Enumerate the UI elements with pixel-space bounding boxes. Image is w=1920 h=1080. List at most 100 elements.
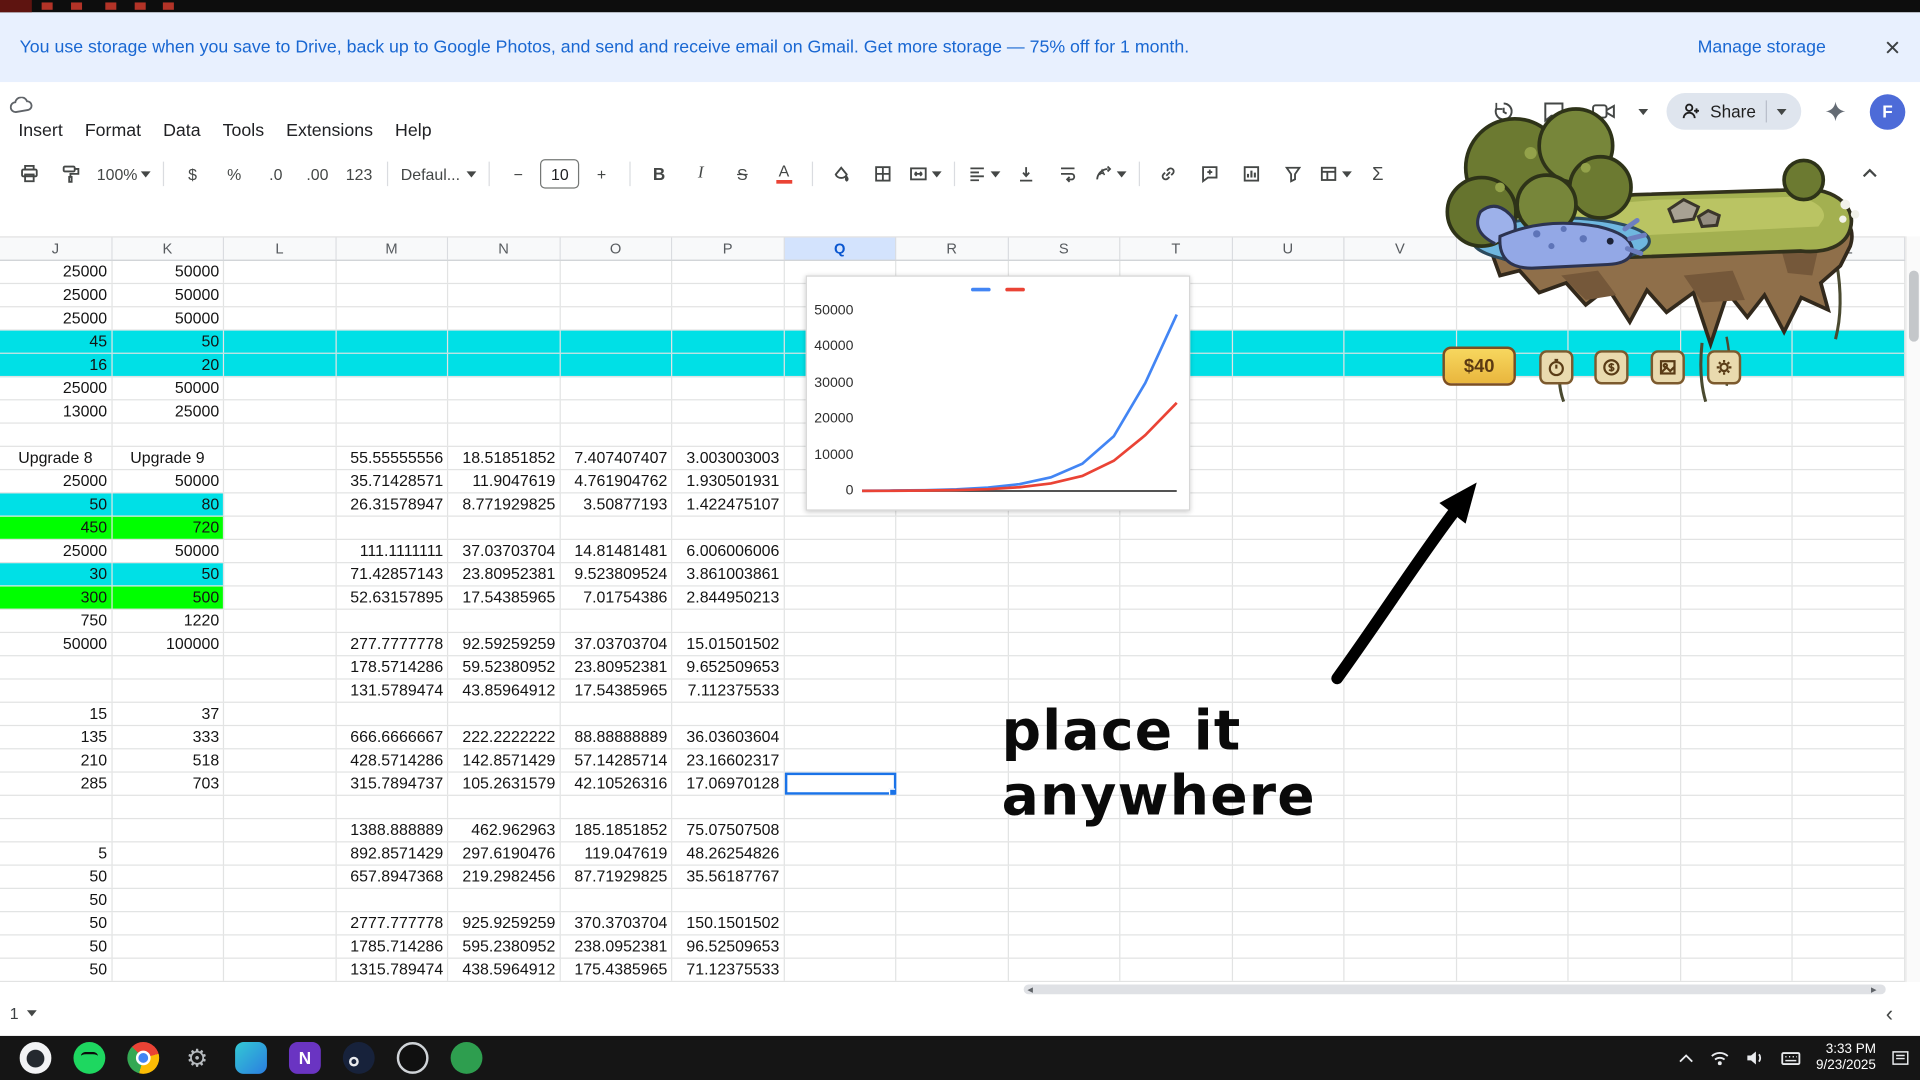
cell-y[interactable] — [1681, 912, 1793, 934]
font-select[interactable]: Defaul... — [397, 158, 480, 190]
cell-n[interactable]: 297.6190476 — [448, 842, 560, 864]
cell-u[interactable] — [1232, 354, 1344, 376]
cell-j[interactable]: 15 — [0, 703, 112, 725]
cell-l[interactable] — [224, 563, 336, 585]
cell-o[interactable]: 238.0952381 — [560, 936, 672, 958]
cell-v[interactable] — [1344, 424, 1456, 446]
cell-z[interactable] — [1793, 819, 1905, 841]
cell-t[interactable] — [1120, 656, 1232, 678]
cell-m[interactable] — [336, 610, 448, 632]
cell-j[interactable] — [0, 680, 112, 702]
cell-z[interactable] — [1793, 703, 1905, 725]
cell-n[interactable] — [448, 377, 560, 399]
cell-n[interactable]: 23.80952381 — [448, 563, 560, 585]
cell-z[interactable] — [1793, 447, 1905, 469]
cell-u[interactable] — [1232, 447, 1344, 469]
cell-r[interactable] — [896, 936, 1008, 958]
cell-x[interactable] — [1569, 819, 1681, 841]
cell-o[interactable] — [560, 354, 672, 376]
cell-n[interactable]: 59.52380952 — [448, 656, 560, 678]
cell-q[interactable] — [784, 517, 896, 539]
cell-n[interactable]: 92.59259259 — [448, 633, 560, 655]
cell-w[interactable] — [1457, 307, 1569, 329]
cell-t[interactable] — [1120, 912, 1232, 934]
cell-p[interactable] — [672, 261, 784, 283]
text-wrap-icon[interactable] — [1048, 158, 1087, 190]
cell-z[interactable] — [1793, 726, 1905, 748]
cell-z[interactable] — [1793, 517, 1905, 539]
cell-k[interactable] — [112, 912, 224, 934]
cell-x[interactable] — [1569, 563, 1681, 585]
share-button[interactable]: Share — [1666, 93, 1801, 130]
cell-r[interactable] — [896, 889, 1008, 911]
cell-z[interactable] — [1793, 773, 1905, 795]
cell-n[interactable] — [448, 354, 560, 376]
cell-r[interactable] — [896, 517, 1008, 539]
horizontal-align-icon[interactable] — [964, 158, 1004, 190]
cell-m[interactable]: 178.5714286 — [336, 656, 448, 678]
cell-j[interactable] — [0, 656, 112, 678]
cell-k[interactable]: 333 — [112, 726, 224, 748]
cell-t[interactable] — [1120, 889, 1232, 911]
cell-p[interactable]: 150.1501502 — [672, 912, 784, 934]
cell-v[interactable] — [1344, 307, 1456, 329]
cell-k[interactable]: Upgrade 9 — [112, 447, 224, 469]
cell-n[interactable] — [448, 400, 560, 422]
cell-s[interactable] — [1008, 912, 1120, 934]
cell-v[interactable] — [1344, 889, 1456, 911]
cell-r[interactable] — [896, 796, 1008, 818]
cell-z[interactable] — [1793, 563, 1905, 585]
cell-m[interactable]: 892.8571429 — [336, 842, 448, 864]
vertical-scrollbar[interactable] — [1905, 236, 1920, 982]
cell-p[interactable]: 23.16602317 — [672, 749, 784, 771]
cell-p[interactable]: 6.006006006 — [672, 540, 784, 562]
cell-q[interactable] — [784, 656, 896, 678]
cell-o[interactable] — [560, 261, 672, 283]
cell-k[interactable]: 1220 — [112, 610, 224, 632]
cell-x[interactable] — [1569, 307, 1681, 329]
decrease-font-size-button[interactable]: − — [499, 158, 538, 190]
cell-u[interactable] — [1232, 424, 1344, 446]
cell-t[interactable] — [1120, 540, 1232, 562]
cell-v[interactable] — [1344, 842, 1456, 864]
cell-l[interactable] — [224, 354, 336, 376]
game-timer-icon[interactable] — [1539, 350, 1573, 384]
cell-p[interactable] — [672, 703, 784, 725]
cell-y[interactable] — [1681, 959, 1793, 981]
cell-w[interactable] — [1457, 912, 1569, 934]
functions-button[interactable]: Σ — [1358, 158, 1397, 190]
cell-k[interactable] — [112, 936, 224, 958]
cell-k[interactable]: 50000 — [112, 377, 224, 399]
cell-z[interactable] — [1793, 307, 1905, 329]
cell-x[interactable] — [1569, 959, 1681, 981]
cell-q[interactable] — [784, 563, 896, 585]
cell-z[interactable] — [1793, 959, 1905, 981]
cell-m[interactable] — [336, 424, 448, 446]
cell-x[interactable] — [1569, 866, 1681, 888]
cell-s[interactable] — [1008, 540, 1120, 562]
cell-k[interactable]: 500 — [112, 587, 224, 609]
chrome-icon[interactable] — [127, 1042, 159, 1074]
column-header-n[interactable]: N — [448, 238, 560, 260]
cell-t[interactable] — [1120, 866, 1232, 888]
vertical-scrollbar-thumb[interactable] — [1909, 271, 1919, 342]
cell-y[interactable] — [1681, 540, 1793, 562]
clock[interactable]: 3:33 PM 9/23/2025 — [1816, 1042, 1876, 1074]
cell-y[interactable] — [1681, 773, 1793, 795]
cell-o[interactable]: 7.407407407 — [560, 447, 672, 469]
cell-u[interactable] — [1232, 307, 1344, 329]
strikethrough-button[interactable]: S — [723, 158, 762, 190]
column-header-r[interactable]: R — [896, 238, 1008, 260]
cell-o[interactable]: 9.523809524 — [560, 563, 672, 585]
cell-p[interactable] — [672, 284, 784, 306]
cell-l[interactable] — [224, 866, 336, 888]
cell-j[interactable]: 50 — [0, 959, 112, 981]
cell-x[interactable] — [1569, 842, 1681, 864]
cell-r[interactable] — [896, 540, 1008, 562]
tray-overflow-caret-icon[interactable] — [1678, 1052, 1695, 1064]
cell-o[interactable] — [560, 517, 672, 539]
cell-w[interactable] — [1457, 889, 1569, 911]
cell-x[interactable] — [1569, 796, 1681, 818]
cell-z[interactable] — [1793, 680, 1905, 702]
cell-j[interactable]: 25000 — [0, 307, 112, 329]
